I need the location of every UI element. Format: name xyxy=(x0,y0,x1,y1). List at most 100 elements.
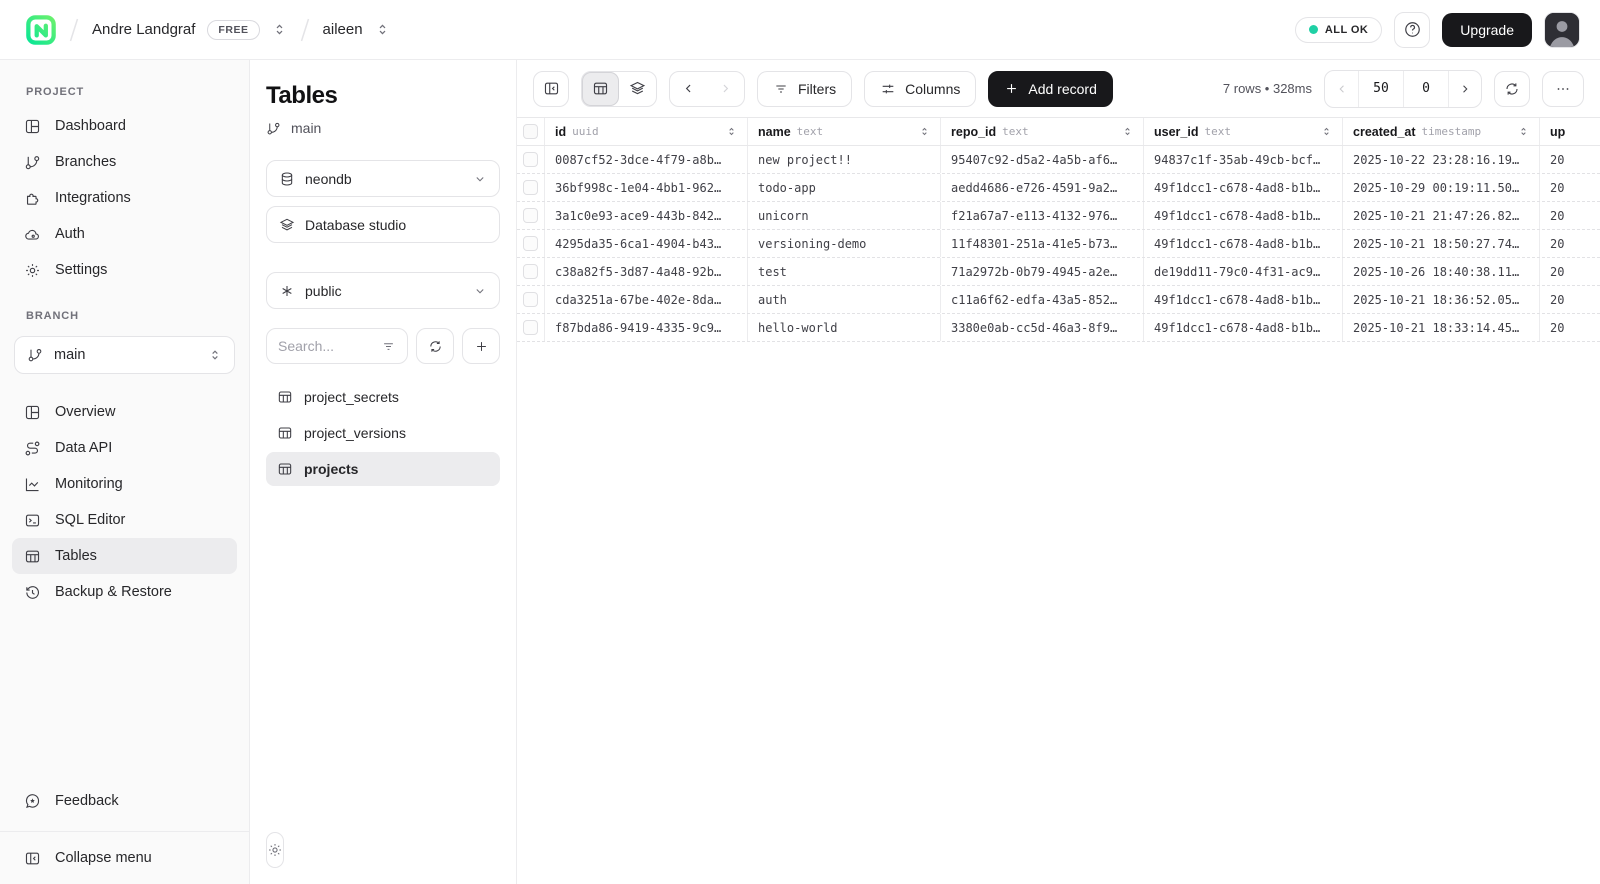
table-row[interactable]: f87bda86-9419-4335-9c9…hello-world3380e0… xyxy=(517,314,1600,342)
add-table-button[interactable] xyxy=(462,328,500,364)
cell-id[interactable]: cda3251a-67be-402e-8da… xyxy=(545,286,748,313)
refresh-grid-button[interactable] xyxy=(1494,71,1530,107)
table-item-project-versions[interactable]: project_versions xyxy=(266,416,500,450)
column-header-repo-id[interactable]: repo_id text xyxy=(941,118,1144,145)
cell-repo_id[interactable]: 71a2972b-0b79-4945-a2e… xyxy=(941,258,1144,285)
sidebar-item-dashboard[interactable]: Dashboard xyxy=(12,108,237,144)
cell-id[interactable]: 0087cf52-3dce-4f79-a8b… xyxy=(545,146,748,173)
column-header-name[interactable]: name text xyxy=(748,118,941,145)
cell-up[interactable]: 20 xyxy=(1540,230,1600,257)
sidebar-item-backup-restore[interactable]: Backup & Restore xyxy=(12,574,237,610)
select-all-checkbox[interactable] xyxy=(523,124,538,139)
cell-up[interactable]: 20 xyxy=(1540,286,1600,313)
table-item-projects[interactable]: projects xyxy=(266,452,500,486)
cell-created_at[interactable]: 2025-10-22 23:28:16.19… xyxy=(1343,146,1540,173)
neon-logo-icon[interactable] xyxy=(26,15,56,45)
page-size-input[interactable]: 50 xyxy=(1358,71,1403,107)
search-input[interactable] xyxy=(278,338,381,354)
row-checkbox[interactable] xyxy=(523,180,538,195)
refresh-tables-button[interactable] xyxy=(416,328,454,364)
forward-button[interactable] xyxy=(707,72,744,106)
cell-id[interactable]: c38a82f5-3d87-4a48-92b… xyxy=(545,258,748,285)
cell-repo_id[interactable]: aedd4686-e726-4591-9a2… xyxy=(941,174,1144,201)
sidebar-item-data-api[interactable]: Data API xyxy=(12,430,237,466)
cell-user_id[interactable]: 49f1dcc1-c678-4ad8-b1b… xyxy=(1144,286,1343,313)
cell-created_at[interactable]: 2025-10-29 00:19:11.50… xyxy=(1343,174,1540,201)
cell-repo_id[interactable]: c11a6f62-edfa-43a5-852… xyxy=(941,286,1144,313)
filters-button[interactable]: Filters xyxy=(757,71,852,107)
sort-icon[interactable] xyxy=(1122,126,1133,137)
cell-created_at[interactable]: 2025-10-21 21:47:26.82… xyxy=(1343,202,1540,229)
table-row[interactable]: c38a82f5-3d87-4a48-92b…test71a2972b-0b79… xyxy=(517,258,1600,286)
cell-user_id[interactable]: 49f1dcc1-c678-4ad8-b1b… xyxy=(1144,230,1343,257)
cell-repo_id[interactable]: f21a67a7-e113-4132-976… xyxy=(941,202,1144,229)
layers-view-button[interactable] xyxy=(619,72,656,106)
cell-user_id[interactable]: 94837c1f-35ab-49cb-bcf… xyxy=(1144,146,1343,173)
cell-name[interactable]: test xyxy=(748,258,941,285)
table-row[interactable]: 4295da35-6ca1-4904-b43…versioning-demo11… xyxy=(517,230,1600,258)
sidebar-item-monitoring[interactable]: Monitoring xyxy=(12,466,237,502)
cell-id[interactable]: 3a1c0e93-ace9-443b-842… xyxy=(545,202,748,229)
panel-settings-button[interactable] xyxy=(266,832,284,868)
upgrade-button[interactable]: Upgrade xyxy=(1442,13,1532,47)
cell-repo_id[interactable]: 95407c92-d5a2-4a5b-af6… xyxy=(941,146,1144,173)
column-header-updated-at[interactable]: up xyxy=(1540,118,1600,145)
status-badge[interactable]: ALL OK xyxy=(1295,17,1382,43)
cell-name[interactable]: auth xyxy=(748,286,941,313)
cell-created_at[interactable]: 2025-10-21 18:36:52.05… xyxy=(1343,286,1540,313)
cell-repo_id[interactable]: 3380e0ab-cc5d-46a3-8f9… xyxy=(941,314,1144,341)
cell-id[interactable]: 4295da35-6ca1-4904-b43… xyxy=(545,230,748,257)
row-checkbox[interactable] xyxy=(523,264,538,279)
page-offset-input[interactable]: 0 xyxy=(1403,71,1448,107)
collapse-menu-button[interactable]: Collapse menu xyxy=(12,832,237,884)
cell-user_id[interactable]: 49f1dcc1-c678-4ad8-b1b… xyxy=(1144,174,1343,201)
cell-up[interactable]: 20 xyxy=(1540,314,1600,341)
cell-up[interactable]: 20 xyxy=(1540,258,1600,285)
cell-id[interactable]: 36bf998c-1e04-4bb1-962… xyxy=(545,174,748,201)
row-checkbox[interactable] xyxy=(523,208,538,223)
columns-button[interactable]: Columns xyxy=(864,71,976,107)
table-view-button[interactable] xyxy=(582,72,619,106)
sidebar-item-auth[interactable]: Auth xyxy=(12,216,237,252)
column-header-created-at[interactable]: created_at timestamp xyxy=(1343,118,1540,145)
add-record-button[interactable]: Add record xyxy=(988,71,1112,107)
sidebar-item-feedback[interactable]: Feedback xyxy=(12,783,237,819)
sidebar-item-tables[interactable]: Tables xyxy=(12,538,237,574)
cell-user_id[interactable]: 49f1dcc1-c678-4ad8-b1b… xyxy=(1144,202,1343,229)
table-row[interactable]: 3a1c0e93-ace9-443b-842…unicornf21a67a7-e… xyxy=(517,202,1600,230)
sidebar-item-sql-editor[interactable]: SQL Editor xyxy=(12,502,237,538)
sidebar-item-branches[interactable]: Branches xyxy=(12,144,237,180)
cell-name[interactable]: hello-world xyxy=(748,314,941,341)
branch-selector[interactable]: main xyxy=(14,336,235,374)
cell-created_at[interactable]: 2025-10-21 18:50:27.74… xyxy=(1343,230,1540,257)
prev-page-button[interactable] xyxy=(1325,71,1358,107)
row-checkbox[interactable] xyxy=(523,320,538,335)
table-row[interactable]: cda3251a-67be-402e-8da…authc11a6f62-edfa… xyxy=(517,286,1600,314)
back-button[interactable] xyxy=(670,72,707,106)
row-checkbox[interactable] xyxy=(523,152,538,167)
project-name[interactable]: aileen xyxy=(323,21,363,38)
cell-up[interactable]: 20 xyxy=(1540,174,1600,201)
cell-created_at[interactable]: 2025-10-21 18:33:14.45… xyxy=(1343,314,1540,341)
cell-up[interactable]: 20 xyxy=(1540,202,1600,229)
cell-id[interactable]: f87bda86-9419-4335-9c9… xyxy=(545,314,748,341)
collapse-panel-button[interactable] xyxy=(533,71,569,107)
row-checkbox[interactable] xyxy=(523,236,538,251)
sort-icon[interactable] xyxy=(1321,126,1332,137)
sort-icon[interactable] xyxy=(1518,126,1529,137)
avatar[interactable] xyxy=(1544,12,1580,48)
cell-user_id[interactable]: 49f1dcc1-c678-4ad8-b1b… xyxy=(1144,314,1343,341)
org-switcher-icon[interactable] xyxy=(272,22,287,37)
sidebar-item-integrations[interactable]: Integrations xyxy=(12,180,237,216)
table-row[interactable]: 0087cf52-3dce-4f79-a8b…new project!!9540… xyxy=(517,146,1600,174)
cell-up[interactable]: 20 xyxy=(1540,146,1600,173)
sidebar-item-settings[interactable]: Settings xyxy=(12,252,237,288)
cell-name[interactable]: versioning-demo xyxy=(748,230,941,257)
database-studio-button[interactable]: Database studio xyxy=(266,206,500,243)
filter-icon[interactable] xyxy=(381,339,396,354)
cell-created_at[interactable]: 2025-10-26 18:40:38.11… xyxy=(1343,258,1540,285)
sort-icon[interactable] xyxy=(726,126,737,137)
sort-icon[interactable] xyxy=(919,126,930,137)
next-page-button[interactable] xyxy=(1448,71,1481,107)
column-header-id[interactable]: id uuid xyxy=(545,118,748,145)
